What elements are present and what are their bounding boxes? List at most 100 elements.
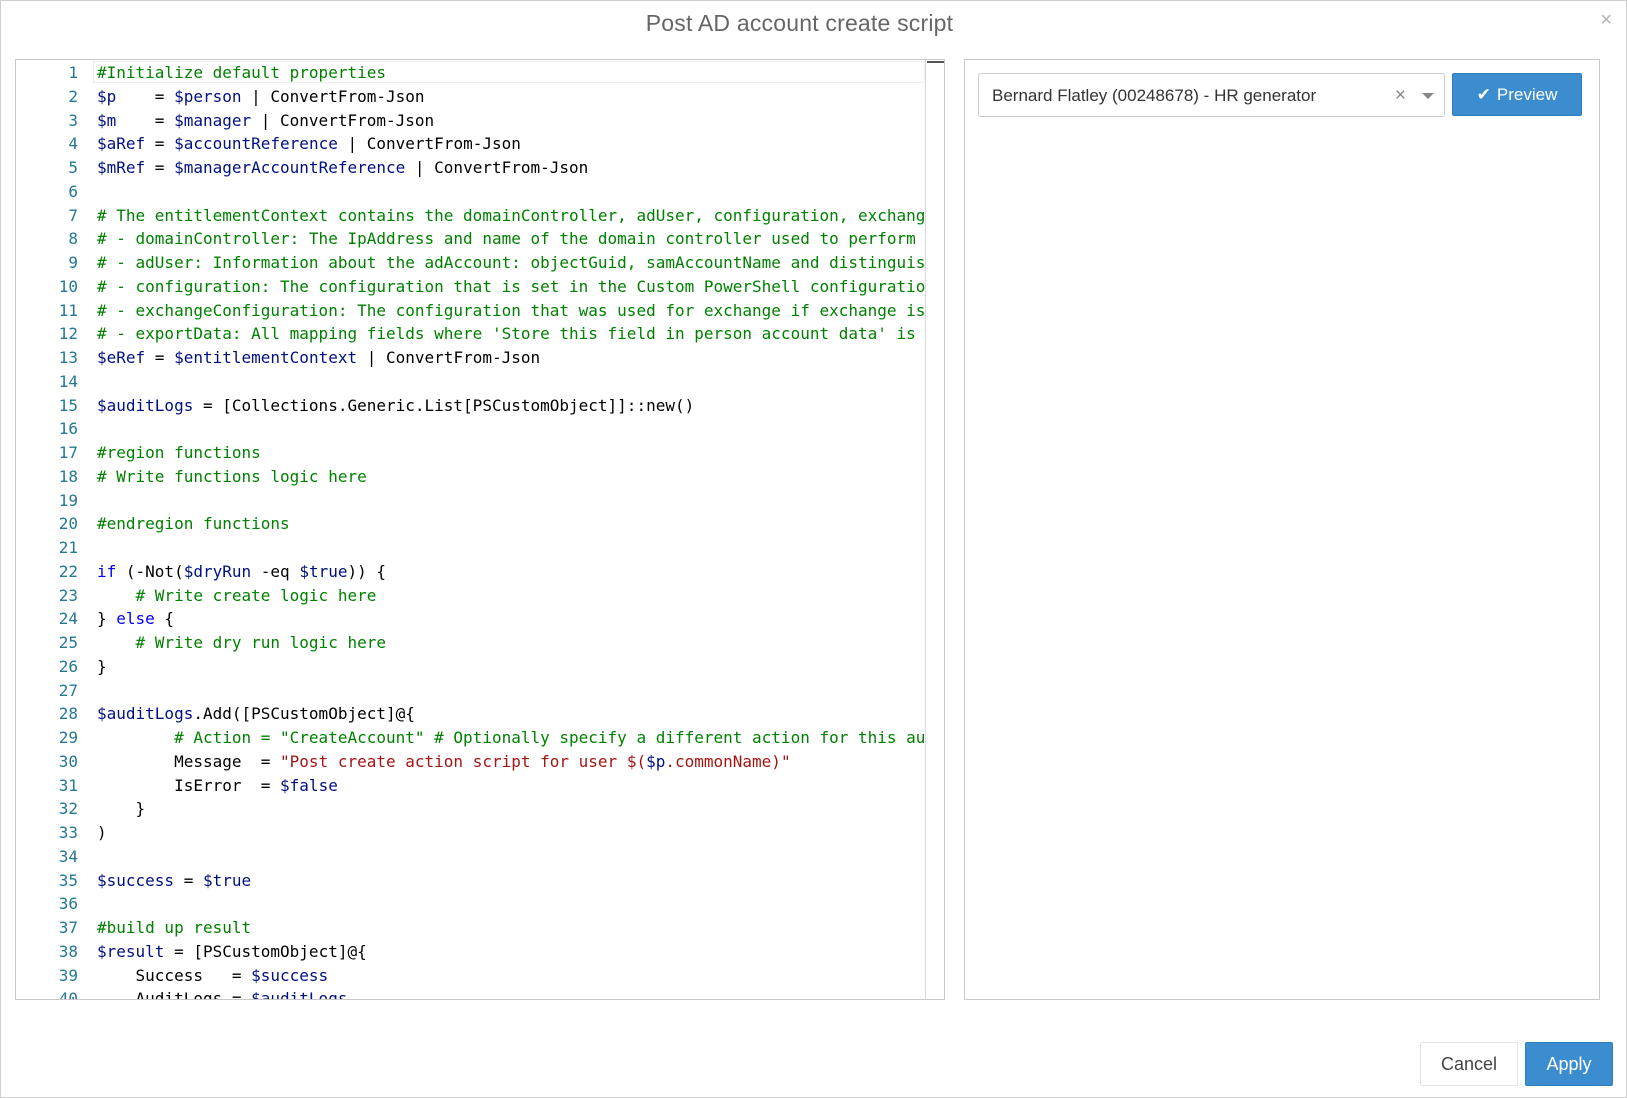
code-token: = [145,158,175,177]
code-line[interactable]: 39 Success = $success [16,964,944,988]
clear-icon[interactable]: × [1395,74,1406,118]
code-line[interactable]: 29 # Action = "CreateAccount" # Optional… [16,726,944,750]
code-line[interactable]: 13 $eRef = $entitlementContext | ConvertF… [16,346,944,370]
code-line[interactable]: 2 $p = $person | ConvertFrom-Json [16,85,944,109]
code-token: | ConvertFrom-Json [241,86,425,106]
code-token: $eRef [97,348,146,367]
line-number: 1 [68,63,78,82]
code-line[interactable]: 31 IsError = $false [16,774,944,798]
line-number: 29 [58,728,78,747]
code-token: $accountReference [174,134,338,154]
line-number: 22 [58,561,78,581]
code-text: # - configuration: The configuration tha… [97,275,925,299]
code-line[interactable]: 9 # - adUser: Information about the adAcc… [16,251,944,275]
code-text: ) [97,821,925,845]
code-text: #endregion functions [97,512,925,536]
code-line[interactable]: 27 [16,679,944,703]
code-text: # Action = "CreateAccount" # Optionally … [97,726,925,750]
code-text: #Initialize default properties [97,61,925,85]
code-line[interactable]: 26} [16,655,944,679]
code-token: = [174,870,203,890]
code-text: $aRef = $accountReference | ConvertFrom-… [97,132,925,156]
code-line[interactable]: 3 $m = $manager | ConvertFrom-Json [16,109,944,133]
line-number: 5 [68,158,78,177]
script-dialog: Post AD account create script × 1 #Initia… [0,0,1627,1098]
code-text: #region functions [97,441,925,465]
code-line[interactable]: 33) [16,821,944,845]
code-line[interactable]: 16 [16,417,944,441]
code-line[interactable]: 15 $auditLogs = [Collections.Generic.List… [16,394,944,418]
code-text: } [97,655,925,679]
code-line[interactable]: 19 [16,489,944,513]
close-icon[interactable]: × [1600,9,1612,31]
code-line[interactable]: 20 #endregion functions [16,512,944,536]
code-line[interactable]: 37 #build up result [16,916,944,940]
code-line[interactable]: 35 $success = $true [16,869,944,893]
code-line[interactable]: 32 } [16,797,944,821]
apply-button[interactable]: Apply [1525,1042,1613,1086]
code-line[interactable]: 34 [16,845,944,869]
code-lines[interactable]: 1 #Initialize default properties 2 $p = $pe… [16,61,925,999]
line-number: 28 [58,704,78,724]
code-token: $result [97,941,165,961]
line-number: 27 [58,680,78,700]
code-line[interactable]: 40 AuditLogs = $auditLogs [16,987,944,999]
code-line[interactable]: 25 # Write dry run logic here [16,631,944,655]
preview-button[interactable]: ✔ Preview [1452,73,1582,116]
code-token: $success [97,870,175,890]
code-token: IsError = [97,775,281,795]
code-token: = [116,110,175,130]
code-token: = [145,348,175,367]
code-line[interactable]: 18 # Write functions logic here [16,465,944,489]
code-token: # - configuration: The configuration tha… [97,276,925,296]
cancel-button[interactable]: Cancel [1420,1042,1518,1086]
line-number: 24 [58,609,78,629]
code-line[interactable]: 4 $aRef = $accountReference | ConvertFrom… [16,132,944,156]
code-text: # - domainController: The IpAddress and … [97,227,925,251]
code-token: = [Collections.Generic.List[PSCustomObje… [193,395,695,415]
chevron-down-icon[interactable] [1422,93,1434,99]
code-text: AuditLogs = $auditLogs [97,987,925,999]
code-line[interactable]: 8 # - domainController: The IpAddress and… [16,227,944,251]
code-line[interactable]: 17 #region functions [16,441,944,465]
code-token: $aRef [97,134,146,154]
code-line[interactable]: 10 # - configuration: The configuration t… [16,275,944,299]
code-token: = [116,86,175,106]
code-line[interactable]: 12 # - exportData: All mapping fields whe… [16,322,944,346]
code-token: -eq [251,561,300,581]
code-line[interactable]: 7 # The entitlementContext contains the d… [16,204,944,228]
line-number: 14 [58,371,78,391]
line-number: 18 [58,466,78,486]
code-text: $auditLogs = [Collections.Generic.List[P… [97,394,925,418]
code-line[interactable]: 30 Message = "Post create action script … [16,750,944,774]
code-text: # Write dry run logic here [97,631,925,655]
code-line[interactable]: 6 [16,180,944,204]
code-line[interactable]: 1 #Initialize default properties [16,61,944,85]
scrollbar-thumb[interactable] [927,61,944,63]
line-number: 19 [58,490,78,510]
line-number: 8 [68,229,78,249]
person-select[interactable]: Bernard Flatley (00248678) - HR generato… [978,73,1445,117]
code-line[interactable]: 36 [16,892,944,916]
code-line[interactable]: 23 # Write create logic here [16,584,944,608]
code-line[interactable]: 38 $result = [PSCustomObject]@{ [16,940,944,964]
code-token: | ConvertFrom-Json [251,110,435,130]
code-text: Message = "Post create action script for… [97,750,925,774]
line-number: 3 [68,110,78,130]
code-token: $dryRun [183,561,252,581]
code-token: # Write functions logic here [97,466,367,486]
code-text: $eRef = $entitlementContext | ConvertFro… [97,346,925,370]
line-number: 2 [68,86,78,106]
code-line[interactable]: 21 [16,536,944,560]
code-line[interactable]: 11 # - exchangeConfiguration: The configu… [16,299,944,323]
code-token: } [97,799,146,819]
code-token: Message = [97,751,281,771]
code-line[interactable]: 22 if (-Not($dryRun -eq $true)) { [16,560,944,584]
code-editor[interactable]: 1 #Initialize default properties 2 $p = $pe… [15,59,945,1000]
code-line[interactable]: 14 [16,370,944,394]
code-line[interactable]: 5 $mRef = $managerAccountReference | Conv… [16,156,944,180]
code-line[interactable]: 28 $auditLogs.Add([PSCustomObject]@{ [16,702,944,726]
code-line[interactable]: 24} else { [16,607,944,631]
code-text: $m = $manager | ConvertFrom-Json [97,109,925,133]
